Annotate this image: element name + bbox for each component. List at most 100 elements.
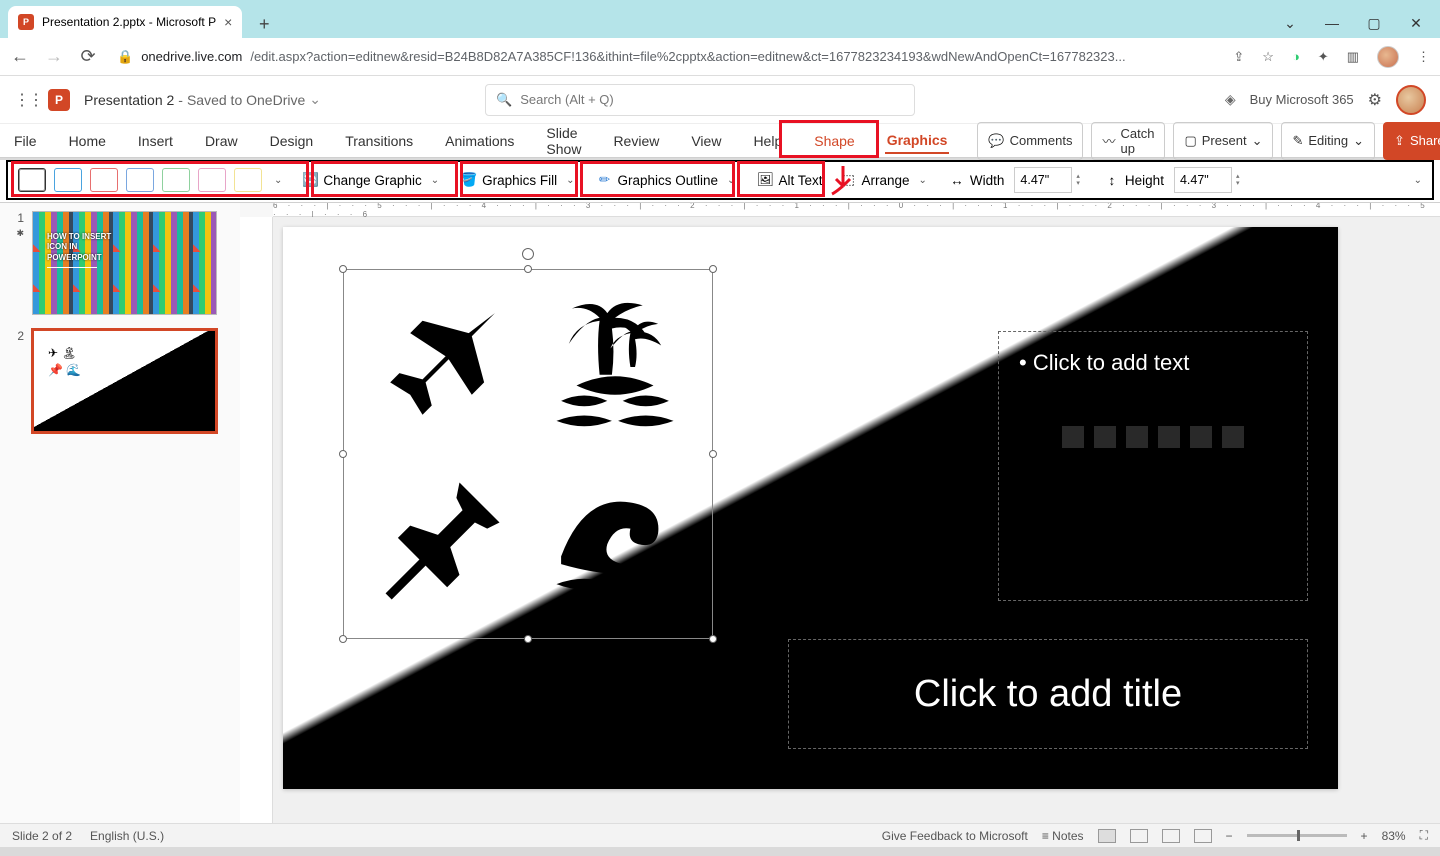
- tab-draw[interactable]: Draw: [203, 129, 240, 153]
- chevron-down-icon[interactable]: ⌄: [270, 175, 286, 186]
- resize-handle[interactable]: [524, 265, 532, 273]
- tab-file[interactable]: File: [12, 129, 39, 153]
- style-swatch-black[interactable]: [18, 168, 46, 192]
- height-spinner[interactable]: ▴▾: [1236, 173, 1240, 187]
- width-input[interactable]: [1014, 167, 1072, 193]
- slide-thumb-2[interactable]: 2 ✈ 🏝📌 🌊: [12, 329, 228, 433]
- height-input[interactable]: [1174, 167, 1232, 193]
- style-swatch-pink[interactable]: [198, 168, 226, 192]
- bookmark-icon[interactable]: ☆: [1262, 49, 1274, 65]
- slideshow-view-icon[interactable]: [1194, 829, 1212, 843]
- language-indicator[interactable]: English (U.S.): [90, 829, 164, 843]
- fit-icon[interactable]: ⛶: [1420, 828, 1428, 843]
- online-picture-icon[interactable]: [1190, 426, 1212, 448]
- tab-insert[interactable]: Insert: [136, 129, 175, 153]
- profile-avatar[interactable]: [1377, 46, 1399, 68]
- forward-icon[interactable]: →: [44, 46, 64, 67]
- arrange-button[interactable]: ⬚Arrange⌄: [832, 164, 938, 196]
- notes-button[interactable]: ≡ Notes: [1042, 829, 1084, 843]
- slide-thumbnail[interactable]: ✈ 🏝📌 🌊: [32, 329, 217, 433]
- zoom-slider[interactable]: [1247, 834, 1347, 837]
- resize-handle[interactable]: [709, 635, 717, 643]
- style-swatch-blue[interactable]: [54, 168, 82, 192]
- picture-icon[interactable]: [1158, 426, 1180, 448]
- buy-link[interactable]: Buy Microsoft 365: [1250, 92, 1354, 107]
- wave-icon[interactable]: [538, 464, 692, 618]
- chevron-down-icon[interactable]: ⌄: [1280, 15, 1300, 32]
- resize-handle[interactable]: [709, 450, 717, 458]
- chevron-down-icon[interactable]: ⌄: [309, 91, 321, 108]
- feedback-link[interactable]: Give Feedback to Microsoft: [882, 829, 1028, 843]
- close-window-icon[interactable]: ✕: [1406, 15, 1426, 32]
- resize-handle[interactable]: [339, 265, 347, 273]
- style-swatch-lightblue[interactable]: [126, 168, 154, 192]
- reading-view-icon[interactable]: [1162, 829, 1180, 843]
- editing-button[interactable]: ✎ Editing ⌄: [1281, 122, 1375, 160]
- island-icon[interactable]: [538, 290, 692, 444]
- minimize-icon[interactable]: —: [1322, 15, 1342, 32]
- width-spinner[interactable]: ▴▾: [1076, 173, 1080, 187]
- normal-view-icon[interactable]: [1098, 829, 1116, 843]
- sidepanel-icon[interactable]: ▥: [1347, 49, 1359, 65]
- slide-indicator[interactable]: Slide 2 of 2: [12, 829, 72, 843]
- search-input[interactable]: 🔍 Search (Alt + Q): [485, 84, 915, 116]
- maximize-icon[interactable]: ▢: [1364, 15, 1384, 32]
- ribbon-overflow-icon[interactable]: ⌄: [1410, 175, 1428, 186]
- resize-handle[interactable]: [524, 635, 532, 643]
- smartart-icon[interactable]: [1126, 426, 1148, 448]
- document-title[interactable]: Presentation 2 - Saved to OneDrive ⌄: [84, 91, 321, 108]
- extensions-icon[interactable]: ✦: [1318, 49, 1329, 65]
- tab-home[interactable]: Home: [67, 129, 108, 153]
- share-page-icon[interactable]: ⇪: [1233, 49, 1244, 65]
- alt-text-button[interactable]: 🖼Alt Text: [749, 164, 830, 196]
- present-button[interactable]: ▢ Present ⌄: [1173, 122, 1273, 160]
- tab-animations[interactable]: Animations: [443, 129, 516, 153]
- tab-graphics[interactable]: Graphics: [885, 128, 950, 154]
- tab-help[interactable]: Help: [751, 129, 784, 153]
- address-bar[interactable]: 🔒 onedrive.live.com/edit.aspx?action=edi…: [117, 49, 1177, 65]
- browser-tab[interactable]: P Presentation 2.pptx - Microsoft P ×: [8, 6, 242, 38]
- change-graphic-button[interactable]: 🔄Change Graphic⌄: [294, 164, 451, 196]
- zoom-out-icon[interactable]: −: [1226, 829, 1233, 843]
- catchup-button[interactable]: 〰 Catch up: [1091, 122, 1165, 160]
- style-swatch-green[interactable]: [162, 168, 190, 192]
- back-icon[interactable]: ←: [10, 46, 30, 67]
- sorter-view-icon[interactable]: [1130, 829, 1148, 843]
- new-tab-button[interactable]: +: [250, 10, 278, 38]
- reload-icon[interactable]: ⟳: [78, 46, 98, 67]
- video-icon[interactable]: [1222, 426, 1244, 448]
- zoom-level[interactable]: 83%: [1382, 829, 1406, 843]
- extension-icon[interactable]: ◑: [1292, 49, 1300, 64]
- slide-canvas[interactable]: Click to add text Click to add title: [283, 227, 1338, 789]
- table-icon[interactable]: [1062, 426, 1084, 448]
- graphic-styles-gallery[interactable]: ⌄: [12, 168, 292, 192]
- resize-handle[interactable]: [709, 265, 717, 273]
- graphics-fill-button[interactable]: 🪣Graphics Fill⌄: [453, 164, 586, 196]
- tab-shape[interactable]: Shape: [812, 129, 856, 153]
- selected-graphic-group[interactable]: [343, 269, 713, 639]
- style-swatch-red[interactable]: [90, 168, 118, 192]
- content-placeholder[interactable]: Click to add text: [998, 331, 1308, 601]
- pin-icon[interactable]: [364, 464, 518, 618]
- title-placeholder[interactable]: Click to add title: [788, 639, 1308, 749]
- menu-icon[interactable]: ⋮: [1417, 49, 1430, 65]
- gear-icon[interactable]: ⚙: [1368, 90, 1382, 110]
- placeholder-icons[interactable]: [1019, 426, 1287, 448]
- resize-handle[interactable]: [339, 635, 347, 643]
- close-icon[interactable]: ×: [224, 14, 232, 30]
- rotate-handle[interactable]: [522, 248, 534, 260]
- graphics-outline-button[interactable]: ✏Graphics Outline⌄: [589, 164, 748, 196]
- resize-handle[interactable]: [339, 450, 347, 458]
- airplane-icon[interactable]: [364, 290, 518, 444]
- zoom-in-icon[interactable]: +: [1361, 829, 1368, 843]
- tab-design[interactable]: Design: [268, 129, 316, 153]
- share-button[interactable]: ⇪ Share ⌄: [1383, 122, 1440, 160]
- app-launcher-icon[interactable]: [14, 90, 34, 110]
- slide-thumb-1[interactable]: 1✱ HOW TO INSERTICON INPOWERPOINT: [12, 211, 228, 315]
- slide-thumbnail-panel[interactable]: 1✱ HOW TO INSERTICON INPOWERPOINT 2 ✈ 🏝📌…: [0, 203, 240, 823]
- style-swatch-yellow[interactable]: [234, 168, 262, 192]
- tab-transitions[interactable]: Transitions: [343, 129, 415, 153]
- slide-thumbnail[interactable]: HOW TO INSERTICON INPOWERPOINT: [32, 211, 217, 315]
- comments-button[interactable]: 💬 Comments: [977, 122, 1083, 160]
- tab-review[interactable]: Review: [611, 129, 661, 153]
